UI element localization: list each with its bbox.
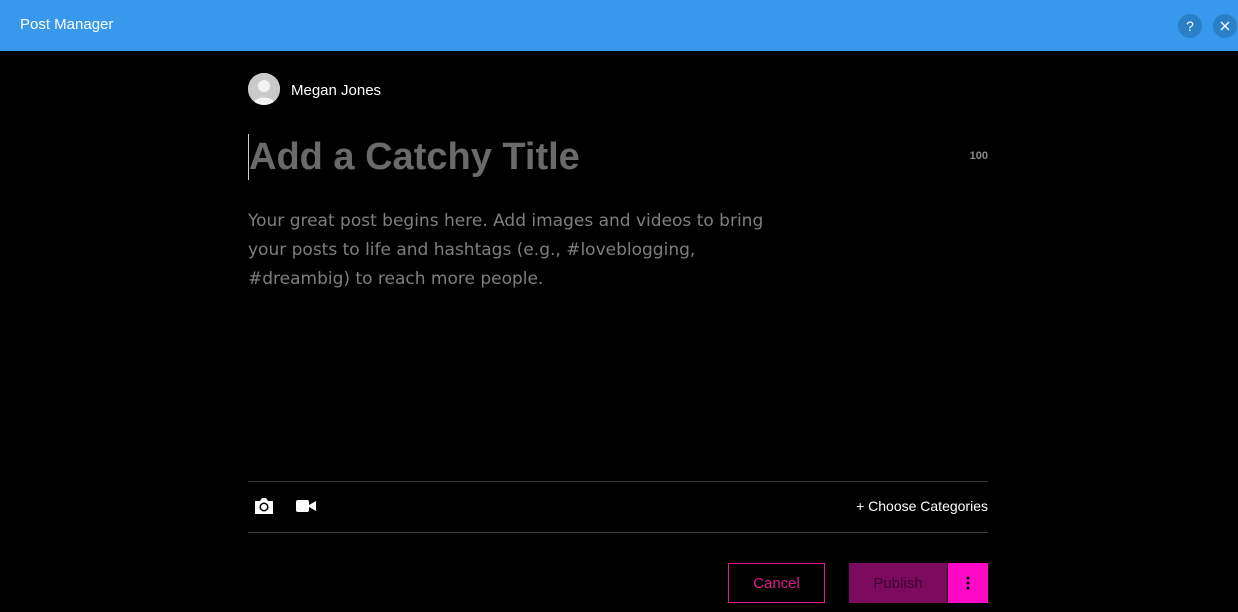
toolbar-divider-top: [248, 481, 988, 482]
title-char-count: 100: [969, 150, 988, 162]
cancel-button[interactable]: Cancel: [728, 563, 825, 603]
publish-options-button[interactable]: [948, 563, 988, 603]
video-camera-icon[interactable]: [295, 496, 317, 516]
avatar: [248, 73, 280, 105]
close-icon: [1220, 21, 1230, 31]
title-bar: Post Manager ?: [0, 0, 1238, 51]
help-icon: ?: [1186, 18, 1194, 34]
app-title: Post Manager: [20, 16, 114, 33]
close-button[interactable]: [1213, 14, 1237, 38]
help-button[interactable]: ?: [1178, 14, 1202, 38]
choose-categories-link[interactable]: + Choose Categories: [840, 498, 988, 514]
camera-icon[interactable]: [253, 496, 275, 516]
user-silhouette-icon: [248, 73, 280, 105]
publish-button[interactable]: Publish: [849, 563, 947, 603]
author-name: Megan Jones: [291, 82, 382, 99]
toolbar-divider-bottom: [248, 532, 988, 533]
vertical-dots-icon: [966, 576, 970, 590]
post-body-editor[interactable]: [248, 207, 808, 447]
post-title-input[interactable]: [248, 134, 948, 180]
